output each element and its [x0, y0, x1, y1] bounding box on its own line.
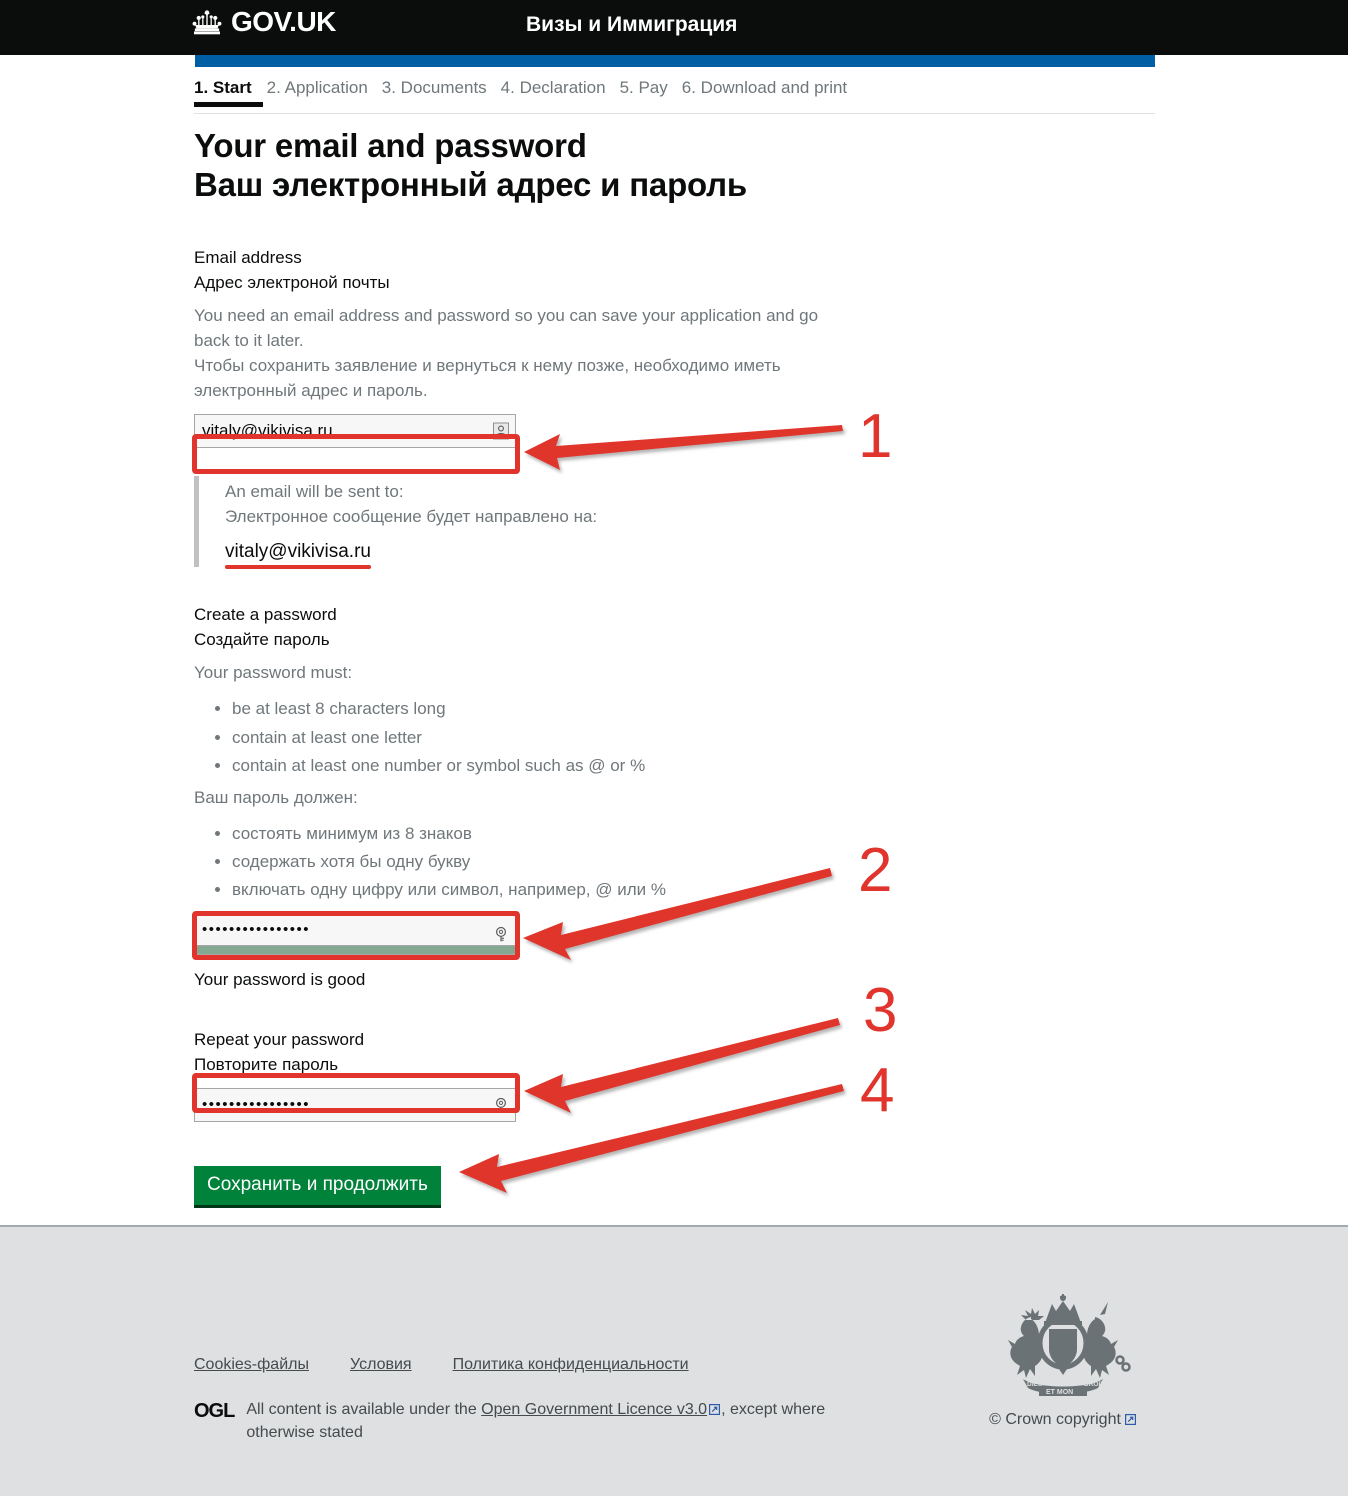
progress-tabs: 1. Start 2. Application 3. Documents 4. Dec… [194, 78, 1155, 112]
ogl-licence-text: All content is available under the Open … [246, 1399, 894, 1444]
footer-link-3[interactable]: Политика конфиденциальности [453, 1356, 689, 1374]
email-label-ru: Адрес электроной почты [194, 272, 390, 292]
crown-copyright-label: © Crown copyright [989, 1411, 1121, 1428]
royal-coat-of-arms-icon: ET MON DIEU DROIT [1007, 1294, 1131, 1396]
password-label-en: Create a password [194, 605, 337, 625]
service-name: Визы и Иммиграция [526, 13, 738, 36]
email-confirmation-panel: An email will be sent to: Электронное со… [194, 476, 1155, 570]
phase-tab-4[interactable]: 4. Declaration [501, 78, 620, 107]
repeat-password-input[interactable] [194, 1087, 516, 1122]
ogl-licence-link[interactable]: Open Government Licence v3.0 [481, 1401, 707, 1418]
govuk-logo-text: GOV.UK [231, 6, 336, 37]
footer-link-1[interactable]: Cookies-файлы [194, 1356, 309, 1374]
password-strength-bar [194, 946, 516, 956]
password-requirement-item: contain at least one number or symbol su… [232, 753, 1155, 778]
svg-text:DROIT: DROIT [1084, 1381, 1104, 1388]
email-hint-en: You need an email address and password s… [194, 306, 819, 351]
ogl-licence-row: OGL All content is available under the O… [194, 1399, 894, 1444]
password-requirement-item: включать одну цифру или символ, например… [232, 877, 1155, 902]
repeat-label-en: Repeat your password [194, 1030, 365, 1050]
footer-link-2[interactable]: Условия [350, 1356, 412, 1374]
phase-tab-1[interactable]: 1. Start [194, 78, 267, 107]
phase-tab-6[interactable]: 6. Download and print [682, 78, 861, 107]
password-requirements-en: be at least 8 characters long contain at … [194, 696, 1155, 777]
phase-tab-3[interactable]: 3. Documents [382, 78, 501, 107]
email-label-en: Email address [194, 247, 302, 267]
footer-links: Cookies-файлы Условия Политика конфиденциа… [194, 1356, 689, 1374]
phase-blue-bar [195, 55, 1155, 67]
crown-copyright: © Crown copyright [970, 1411, 1155, 1429]
crest-block: ET MON DIEU DROIT © Crown copyright [970, 1287, 1155, 1429]
ogl-text-before: All content is available under the [246, 1401, 482, 1418]
nav-divider [194, 113, 1155, 114]
password-requirement-item: be at least 8 characters long [232, 696, 1155, 721]
svg-text:DIEU: DIEU [1027, 1381, 1043, 1388]
password-must-en: Your password must: [194, 663, 353, 683]
contact-card-icon[interactable] [493, 422, 509, 440]
site-footer: Cookies-файлы Условия Политика конфиденциа… [0, 1225, 1348, 1496]
inset-line-ru: Электронное сообщение будет направлено н… [225, 507, 598, 527]
external-link-icon [1121, 1411, 1136, 1429]
repeat-label-ru: Повторите пароль [194, 1054, 339, 1074]
site-header: GOV.UK Визы и Иммиграция [0, 0, 1348, 55]
page-title-ru: Ваш электронный адрес и пароль [194, 165, 748, 203]
inset-line-en: An email will be sent to: [225, 482, 404, 502]
key-icon[interactable] [493, 925, 509, 942]
password-requirement-item: содержать хотя бы одну букву [232, 849, 1155, 874]
main-content: Your email and password Ваш электронный … [194, 127, 1155, 1209]
confirmed-email: vitaly@vikivisa.ru [225, 541, 371, 570]
page-title-en: Your email and password [194, 127, 587, 164]
password-status: Your password is good [194, 970, 366, 990]
password-input[interactable] [194, 912, 516, 947]
password-label-ru: Создайте пароль [194, 629, 330, 649]
svg-text:ET MON: ET MON [1046, 1389, 1073, 1396]
password-requirements-ru: состоять минимум из 8 знаков содержать хо… [194, 821, 1155, 902]
key-icon[interactable] [493, 1096, 509, 1113]
password-requirement-item: состоять минимум из 8 знаков [232, 821, 1155, 846]
password-must-ru: Ваш пароль должен: [194, 787, 358, 807]
email-input[interactable] [194, 414, 516, 449]
save-and-continue-button[interactable]: Сохранить и продолжить [194, 1165, 441, 1209]
email-hint-ru: Чтобы сохранить заявление и вернуться к … [194, 356, 781, 401]
govuk-logo[interactable]: GOV.UK [190, 8, 336, 36]
phase-tab-2[interactable]: 2. Application [267, 78, 382, 107]
ogl-badge-icon: OGL [194, 1400, 235, 1422]
external-link-icon [707, 1399, 721, 1422]
phase-tab-5[interactable]: 5. Pay [620, 78, 682, 107]
password-requirement-item: contain at least one letter [232, 725, 1155, 750]
crown-icon [192, 9, 222, 34]
